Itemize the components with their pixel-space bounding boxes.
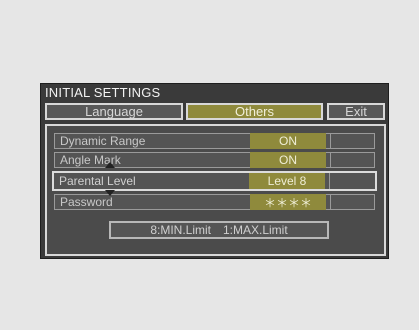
setting-label: Password bbox=[60, 195, 113, 209]
row-end-cell bbox=[330, 134, 373, 148]
initial-settings-menu: INITIAL SETTINGS Language Others Exit Dy… bbox=[40, 83, 389, 259]
setting-row-angle-mark[interactable]: Angle Mark ON bbox=[54, 152, 375, 168]
tab-language-label: Language bbox=[85, 104, 143, 119]
up-arrow-icon bbox=[105, 162, 115, 168]
setting-label: Dynamic Range bbox=[60, 134, 146, 148]
setting-row-password[interactable]: Password ＊＊＊＊ bbox=[54, 194, 375, 210]
setting-row-parental-level[interactable]: Parental Level Level 8 bbox=[52, 171, 377, 191]
min-limit-text: 8:MIN.Limit bbox=[150, 223, 211, 237]
password-value: ＊＊＊＊ bbox=[250, 194, 326, 210]
tab-others-label: Others bbox=[234, 104, 274, 119]
tab-others[interactable]: Others bbox=[186, 103, 323, 120]
tab-exit-label: Exit bbox=[345, 104, 367, 119]
row-end-cell bbox=[329, 173, 372, 189]
setting-value: ON bbox=[250, 152, 326, 168]
setting-value: Level 8 bbox=[249, 173, 325, 189]
setting-label: Parental Level bbox=[59, 174, 136, 188]
setting-value: ON bbox=[250, 133, 326, 149]
setting-row-dynamic-range[interactable]: Dynamic Range ON bbox=[54, 133, 375, 149]
tab-exit[interactable]: Exit bbox=[327, 103, 385, 120]
row-end-cell bbox=[330, 153, 373, 167]
menu-title: INITIAL SETTINGS bbox=[45, 85, 161, 100]
settings-panel: Dynamic Range ON Angle Mark ON Parental … bbox=[45, 124, 386, 256]
tab-language[interactable]: Language bbox=[45, 103, 183, 120]
row-end-cell bbox=[330, 195, 373, 209]
limit-hint: 8:MIN.Limit 1:MAX.Limit bbox=[109, 221, 329, 239]
max-limit-text: 1:MAX.Limit bbox=[223, 223, 288, 237]
down-arrow-icon bbox=[105, 190, 115, 196]
